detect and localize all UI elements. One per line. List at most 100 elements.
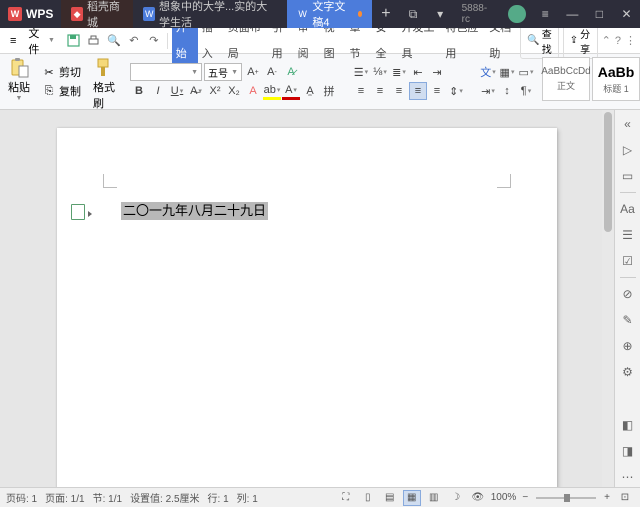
- decrease-indent-button[interactable]: ⇤: [409, 63, 427, 81]
- side-style-icon[interactable]: Aa: [618, 199, 638, 219]
- window-maximize[interactable]: □: [586, 0, 613, 28]
- view-outline-icon[interactable]: ▥: [425, 490, 443, 506]
- hamburger-button[interactable]: ≡: [4, 35, 22, 47]
- borders-button[interactable]: ▭▾: [517, 63, 535, 81]
- doc-icon: W: [297, 7, 308, 21]
- increase-indent-button[interactable]: ⇥: [428, 63, 446, 81]
- document-area[interactable]: 二〇一九年八月二十九日: [0, 110, 614, 487]
- line-spacing-button[interactable]: ⇕▾: [447, 82, 465, 100]
- status-setvalue[interactable]: 设置值: 2.5厘米: [130, 490, 199, 505]
- view-read-icon[interactable]: ▯: [359, 490, 377, 506]
- zoom-slider[interactable]: [536, 497, 596, 499]
- tab-button[interactable]: ⇥▾: [479, 82, 497, 100]
- multilevel-button[interactable]: ≣▾: [390, 63, 408, 81]
- qat-redo-icon[interactable]: ↷: [145, 32, 163, 50]
- zoom-in-button[interactable]: +: [602, 492, 612, 503]
- tab-doc-1[interactable]: W 想象中的大学...实的大学生活: [133, 0, 287, 28]
- page[interactable]: 二〇一九年八月二十九日: [57, 128, 557, 487]
- copy-button[interactable]: ⎘复制: [39, 82, 84, 100]
- side-find-icon[interactable]: ⊕: [618, 336, 638, 356]
- qat-save-icon[interactable]: [65, 32, 83, 50]
- collapse-ribbon-icon[interactable]: ⌃: [602, 34, 611, 47]
- side-limit-icon[interactable]: ⊘: [618, 284, 638, 304]
- view-fullscreen-icon[interactable]: ⛶: [337, 490, 355, 506]
- text-effect-button[interactable]: A: [244, 82, 262, 100]
- side-nav-icon[interactable]: ☰: [618, 225, 638, 245]
- side-collapse-icon[interactable]: «: [618, 114, 638, 134]
- paste-button[interactable]: 粘贴▼: [4, 57, 34, 106]
- subscript-button[interactable]: X₂: [225, 82, 243, 100]
- font-size-select[interactable]: 五号▼: [204, 63, 242, 81]
- zoom-out-button[interactable]: −: [520, 492, 530, 503]
- zoom-level[interactable]: 100%: [491, 492, 517, 503]
- cut-icon: ✂: [42, 65, 56, 79]
- selected-text[interactable]: 二〇一九年八月二十九日: [121, 202, 268, 220]
- format-painter-button[interactable]: 格式刷: [89, 57, 119, 106]
- font-name-select[interactable]: ▼: [130, 63, 202, 81]
- paste-options-icon[interactable]: [71, 204, 85, 220]
- side-translate-icon[interactable]: ✎: [618, 310, 638, 330]
- shading-button[interactable]: ▦▾: [498, 63, 516, 81]
- clear-format-button[interactable]: A̷: [282, 63, 300, 81]
- window-close[interactable]: ✕: [613, 0, 640, 28]
- side-bottom1-icon[interactable]: ◧: [618, 415, 638, 435]
- tab-doc-active[interactable]: W 文字文稿4: [287, 0, 373, 28]
- align-right-button[interactable]: ≡: [390, 82, 408, 100]
- side-bottom2-icon[interactable]: ◨: [618, 441, 638, 461]
- highlight-button[interactable]: ab▾: [263, 82, 281, 100]
- font-color-button[interactable]: A▾: [282, 82, 300, 100]
- show-marks-button[interactable]: ¶▾: [517, 82, 535, 100]
- tab-store[interactable]: ◆ 稻壳商城: [61, 0, 133, 28]
- align-distribute-button[interactable]: ≡: [428, 82, 446, 100]
- view-eye-icon[interactable]: 👁: [469, 490, 487, 506]
- align-center-button[interactable]: ≡: [371, 82, 389, 100]
- char-shading-button[interactable]: A̼: [301, 82, 319, 100]
- scroll-thumb[interactable]: [604, 112, 612, 232]
- more-icon[interactable]: ⋮: [625, 34, 636, 47]
- qat-undo-icon[interactable]: ↶: [125, 32, 143, 50]
- align-justify-button[interactable]: ≡: [409, 82, 427, 100]
- status-pages[interactable]: 页面: 1/1: [45, 490, 84, 505]
- numbering-button[interactable]: ⅛▾: [371, 63, 389, 81]
- qat-preview-icon[interactable]: 🔍: [105, 32, 123, 50]
- tab-list-button[interactable]: ⧉: [399, 0, 426, 28]
- style-normal[interactable]: AaBbCcDd 正文: [542, 57, 590, 101]
- window-menu[interactable]: ≡: [532, 0, 559, 28]
- store-icon: ◆: [71, 7, 83, 21]
- qat-print-icon[interactable]: [85, 32, 103, 50]
- sort-button[interactable]: ↕: [498, 82, 516, 100]
- tab-menu-button[interactable]: ▾: [427, 0, 454, 28]
- align-left-button[interactable]: ≡: [352, 82, 370, 100]
- status-row[interactable]: 行: 1: [208, 490, 229, 505]
- underline-button[interactable]: U▾: [168, 82, 186, 100]
- bullets-button[interactable]: ☰▾: [352, 63, 370, 81]
- style-heading1[interactable]: AaBb 标题 1: [592, 57, 640, 101]
- view-web-icon[interactable]: ▤: [381, 490, 399, 506]
- shrink-font-button[interactable]: A-: [263, 63, 281, 81]
- view-mode-icon[interactable]: ☽: [447, 490, 465, 506]
- side-settings-icon[interactable]: ⚙: [618, 362, 638, 382]
- view-print-icon[interactable]: ▦: [403, 490, 421, 506]
- grow-font-button[interactable]: A+: [244, 63, 262, 81]
- superscript-button[interactable]: X²: [206, 82, 224, 100]
- vertical-scrollbar[interactable]: [602, 110, 614, 487]
- zoom-fit-icon[interactable]: ⊡: [616, 490, 634, 506]
- side-select-icon[interactable]: ▷: [618, 140, 638, 160]
- status-page[interactable]: 页码: 1: [6, 490, 37, 505]
- avatar[interactable]: [508, 5, 525, 23]
- text-direction-button[interactable]: 文▾: [479, 63, 497, 81]
- status-section[interactable]: 节: 1/1: [93, 490, 122, 505]
- side-select2-icon[interactable]: ☑: [618, 251, 638, 271]
- side-clipboard-icon[interactable]: ▭: [618, 166, 638, 186]
- app-logo[interactable]: W WPS: [0, 7, 61, 21]
- cut-button[interactable]: ✂剪切: [39, 63, 84, 81]
- side-more-icon[interactable]: ⋯: [618, 467, 638, 487]
- phonetic-button[interactable]: 拼: [320, 82, 338, 100]
- strike-button[interactable]: A̶▾: [187, 82, 205, 100]
- help-icon[interactable]: ?: [615, 35, 621, 47]
- bold-button[interactable]: B: [130, 82, 148, 100]
- italic-button[interactable]: I: [149, 82, 167, 100]
- new-tab-button[interactable]: +: [372, 0, 399, 28]
- status-col[interactable]: 列: 1: [237, 490, 258, 505]
- window-minimize[interactable]: —: [559, 0, 586, 28]
